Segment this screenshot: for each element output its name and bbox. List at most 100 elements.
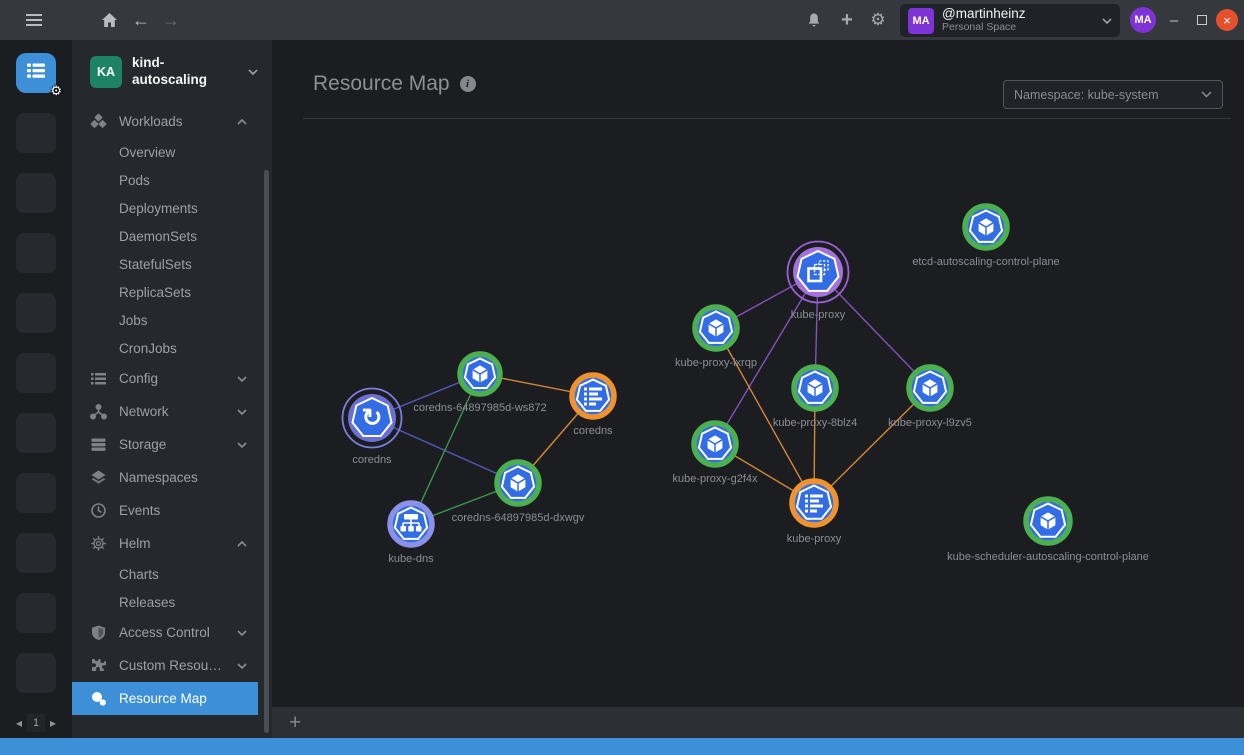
sidebar-item-cronjobs[interactable]: CronJobs xyxy=(72,334,258,362)
sidebar-item-custom-resou[interactable]: Custom Resou… xyxy=(72,649,258,682)
map-node-label: kube-proxy xyxy=(790,309,846,321)
sidebar-item-namespaces[interactable]: Namespaces xyxy=(72,461,258,494)
pager-next-icon[interactable]: ▸ xyxy=(50,716,56,730)
info-icon[interactable]: i xyxy=(459,76,476,92)
sidebar-item-config[interactable]: Config xyxy=(72,362,258,395)
sidebar-item-label: Workloads xyxy=(119,114,183,129)
hotbar-placeholder[interactable] xyxy=(16,413,56,453)
chevron-down-icon xyxy=(236,441,248,448)
back-arrow-icon[interactable]: ← xyxy=(130,0,152,40)
sidebar-item-statefulsets[interactable]: StatefulSets xyxy=(72,250,258,278)
window-close-button[interactable]: × xyxy=(1216,9,1238,31)
sidebar-scrollbar[interactable] xyxy=(264,170,269,733)
sidebar-item-label: Releases xyxy=(119,594,176,610)
hotbar-placeholder[interactable] xyxy=(16,113,56,153)
chevron-up-icon xyxy=(236,540,248,547)
chevron-down-icon xyxy=(1102,17,1112,24)
sidebar-item-daemonsets[interactable]: DaemonSets xyxy=(72,222,258,250)
chevron-down-icon xyxy=(236,408,248,415)
account-info: @martinheinz Personal Space xyxy=(942,7,1094,33)
sidebar-item-label: Storage xyxy=(119,437,167,452)
sidebar-item-resource-map[interactable]: Resource Map xyxy=(72,682,258,715)
sidebar-item-label: Config xyxy=(119,371,159,386)
hotbar-placeholder[interactable] xyxy=(16,653,56,693)
map-node-label: kube-proxy-lxrqp xyxy=(675,357,757,369)
resource-map-edges xyxy=(371,271,931,525)
forward-arrow-icon[interactable]: → xyxy=(160,0,182,40)
add-icon[interactable]: + xyxy=(836,0,858,40)
sidebar-item-label: Access Control xyxy=(119,625,210,640)
sidebar-item-replicasets[interactable]: ReplicaSets xyxy=(72,278,258,306)
sidebar-item-label: Pods xyxy=(119,172,150,188)
catalog-settings-gear-icon[interactable]: ⚙ xyxy=(50,83,62,99)
sidebar-item-deployments[interactable]: Deployments xyxy=(72,194,258,222)
sidebar-item-label: StatefulSets xyxy=(119,256,192,272)
map-node-label: kube-dns xyxy=(388,553,434,565)
sidebar-item-network[interactable]: Network xyxy=(72,395,258,428)
config-icon xyxy=(90,370,107,387)
map-node-kube-proxy-pod-8blz4[interactable] xyxy=(791,364,839,417)
map-node-kube-proxy-pod-l9zv5[interactable] xyxy=(906,364,954,417)
access-control-shield-icon xyxy=(90,624,107,641)
map-node-kube-dns-svc[interactable] xyxy=(387,500,435,553)
account-name: @martinheinz xyxy=(942,7,1026,22)
sidebar-item-access-control[interactable]: Access Control xyxy=(72,616,258,649)
hotbar-placeholder[interactable] xyxy=(16,353,56,393)
sidebar-item-overview[interactable]: Overview xyxy=(72,138,258,166)
namespace-select-value: Namespace: kube-system xyxy=(1014,87,1159,102)
cluster-sidebar: KA kind-autoscaling Workloads Overview Pod… xyxy=(72,40,272,738)
map-node-etcd-pod[interactable] xyxy=(962,203,1010,256)
hotbar-item-catalog[interactable]: ⚙ xyxy=(16,53,62,98)
sidebar-item-jobs[interactable]: Jobs xyxy=(72,306,258,334)
account-switcher[interactable]: MA @martinheinz Personal Space xyxy=(900,4,1120,37)
map-node-kube-scheduler-pod[interactable] xyxy=(1023,496,1073,551)
map-node-coredns-cm[interactable] xyxy=(569,372,617,425)
pager-page-number: 1 xyxy=(27,714,45,732)
namespace-select[interactable]: Namespace: kube-system xyxy=(1003,80,1223,109)
sidebar-item-storage[interactable]: Storage xyxy=(72,428,258,461)
account-subtitle: Personal Space xyxy=(942,21,1017,34)
page-title: Resource Map i xyxy=(313,72,476,96)
workloads-icon xyxy=(90,113,107,130)
sidebar-item-events[interactable]: Events xyxy=(72,494,258,527)
hotbar-placeholder[interactable] xyxy=(16,593,56,633)
namespaces-icon xyxy=(90,469,107,486)
sidebar-item-helm[interactable]: Helm xyxy=(72,527,258,560)
sidebar-item-label: Custom Resou… xyxy=(119,658,222,673)
helm-wheel-icon xyxy=(90,535,107,552)
sidebar-item-pods[interactable]: Pods xyxy=(72,166,258,194)
main-content: Resource Map i Namespace: kube-system ↻ c… xyxy=(272,40,1244,706)
user-avatar[interactable]: MA xyxy=(1130,7,1156,33)
sidebar-item-charts[interactable]: Charts xyxy=(72,560,258,588)
sidebar-item-workloads[interactable]: Workloads xyxy=(72,105,258,138)
chevron-down-icon xyxy=(236,375,248,382)
sidebar-item-label: Overview xyxy=(119,144,176,160)
bell-icon[interactable] xyxy=(803,0,825,40)
hotbar-placeholder[interactable] xyxy=(16,473,56,513)
menu-icon[interactable] xyxy=(24,0,44,40)
map-node-label: coredns xyxy=(573,425,613,437)
map-node-coredns-deploy[interactable]: ↻ xyxy=(341,387,403,454)
storage-icon xyxy=(90,436,107,453)
sidebar-item-releases[interactable]: Releases xyxy=(72,588,258,616)
map-node-kube-proxy-ds[interactable] xyxy=(786,240,850,309)
pager-prev-icon[interactable]: ◂ xyxy=(16,716,22,730)
title-divider xyxy=(303,118,1231,119)
map-node-coredns-pod-ws872[interactable] xyxy=(457,351,503,402)
home-icon[interactable] xyxy=(98,0,120,40)
hotbar-placeholder[interactable] xyxy=(16,533,56,573)
hotbar-placeholder[interactable] xyxy=(16,293,56,333)
window-minimize-button[interactable]: – xyxy=(1164,0,1184,40)
window-maximize-button[interactable] xyxy=(1192,0,1212,40)
map-node-coredns-pod-dxwgv[interactable] xyxy=(494,459,542,512)
hotbar-placeholder[interactable] xyxy=(16,173,56,213)
top-bar: ← → + ⚙ MA @martinheinz Personal Space M… xyxy=(0,0,1244,40)
cluster-switcher[interactable]: KA kind-autoscaling xyxy=(72,40,272,104)
settings-gear-icon[interactable]: ⚙ xyxy=(866,0,890,40)
events-clock-icon xyxy=(90,502,107,519)
hotbar-placeholder[interactable] xyxy=(16,233,56,273)
catalog-icon xyxy=(26,62,46,85)
sidebar-item-label: ReplicaSets xyxy=(119,284,192,300)
dock-add-tab-button[interactable]: + xyxy=(289,711,301,735)
map-node-kube-proxy-cm[interactable] xyxy=(789,478,839,533)
